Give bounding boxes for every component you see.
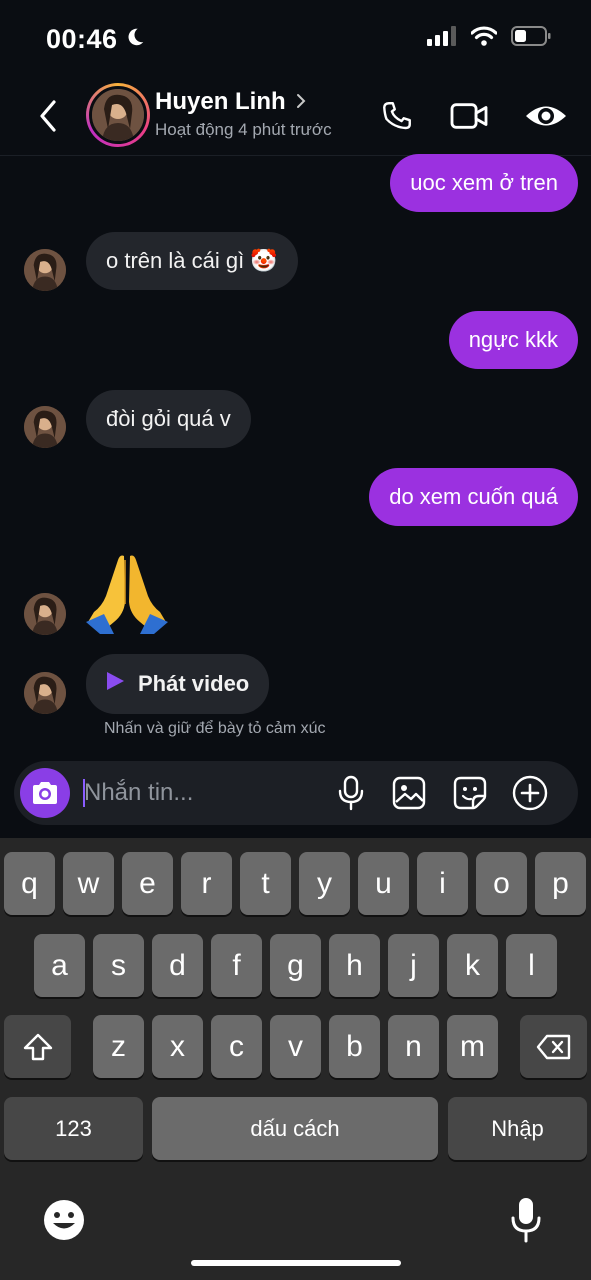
key-w[interactable]: w: [63, 852, 114, 915]
message-bubble-outgoing[interactable]: ngực kkk: [448, 311, 578, 369]
video-call-icon[interactable]: [447, 94, 491, 138]
signal-icon: [427, 26, 457, 51]
key-a[interactable]: a: [34, 934, 85, 997]
eye-icon[interactable]: [524, 94, 568, 138]
key-m[interactable]: m: [447, 1015, 498, 1078]
sender-avatar[interactable]: [24, 406, 66, 448]
back-icon[interactable]: [34, 96, 64, 136]
keyboard: q w e r t y u i o p a s d f g h j k l z …: [0, 838, 591, 1280]
status-time: 00:46: [46, 24, 118, 54]
dictation-icon[interactable]: [508, 1196, 544, 1244]
key-r[interactable]: r: [181, 852, 232, 915]
key-n[interactable]: n: [388, 1015, 439, 1078]
play-video-label: Phát video: [138, 671, 250, 696]
key-o[interactable]: o: [476, 852, 527, 915]
message-bubble-outgoing[interactable]: uoc xem ở tren: [390, 154, 578, 212]
status-time-group: 00:46: [46, 24, 146, 55]
play-icon: [104, 670, 126, 698]
sender-avatar[interactable]: [24, 593, 66, 635]
key-j[interactable]: j: [388, 934, 439, 997]
key-b[interactable]: b: [329, 1015, 380, 1078]
key-t[interactable]: t: [240, 852, 291, 915]
praying-hands-emoji-message[interactable]: [84, 552, 170, 634]
phone-icon[interactable]: [375, 94, 419, 138]
contact-status: Hoạt động 4 phút trước: [155, 120, 332, 139]
wifi-icon: [470, 26, 498, 51]
battery-icon: [511, 26, 551, 51]
sticker-icon[interactable]: [450, 773, 490, 813]
key-v[interactable]: v: [270, 1015, 321, 1078]
status-bar: 00:46: [0, 0, 591, 80]
numbers-key[interactable]: 123: [4, 1097, 143, 1160]
contact-name-link[interactable]: Huyen Linh: [155, 88, 306, 116]
key-e[interactable]: e: [122, 852, 173, 915]
key-p[interactable]: p: [535, 852, 586, 915]
key-g[interactable]: g: [270, 934, 321, 997]
key-x[interactable]: x: [152, 1015, 203, 1078]
camera-icon[interactable]: [20, 768, 70, 818]
emoji-icon[interactable]: [42, 1198, 86, 1242]
key-z[interactable]: z: [93, 1015, 144, 1078]
status-indicators: [427, 26, 551, 51]
key-d[interactable]: d: [152, 934, 203, 997]
key-y[interactable]: y: [299, 852, 350, 915]
key-l[interactable]: l: [506, 934, 557, 997]
home-indicator[interactable]: [191, 1260, 401, 1266]
key-f[interactable]: f: [211, 934, 262, 997]
space-key[interactable]: dấu cách: [152, 1097, 438, 1160]
sender-avatar[interactable]: [24, 672, 66, 714]
plus-icon[interactable]: [510, 773, 550, 813]
sender-avatar[interactable]: [24, 249, 66, 291]
message-bubble-incoming[interactable]: đòi gỏi quá v: [86, 390, 251, 448]
return-key[interactable]: Nhập: [448, 1097, 587, 1160]
contact-name: Huyen Linh: [155, 88, 286, 115]
microphone-icon[interactable]: [331, 773, 371, 813]
key-k[interactable]: k: [447, 934, 498, 997]
reaction-hint: Nhấn và giữ để bày tỏ cảm xúc: [104, 720, 326, 737]
moon-icon: [124, 24, 146, 55]
backspace-icon[interactable]: [520, 1015, 587, 1078]
gallery-icon[interactable]: [389, 773, 429, 813]
key-h[interactable]: h: [329, 934, 380, 997]
message-input[interactable]: [84, 775, 314, 811]
key-u[interactable]: u: [358, 852, 409, 915]
message-bubble-incoming[interactable]: o trên là cái gì 🤡: [86, 232, 298, 290]
chevron-right-icon: [296, 88, 306, 116]
chat-header: Huyen Linh Hoạt động 4 phút trước: [0, 80, 591, 156]
key-i[interactable]: i: [417, 852, 468, 915]
key-q[interactable]: q: [4, 852, 55, 915]
key-c[interactable]: c: [211, 1015, 262, 1078]
message-bubble-outgoing[interactable]: do xem cuốn quá: [369, 468, 578, 526]
contact-avatar[interactable]: [86, 83, 150, 147]
shift-icon[interactable]: [4, 1015, 71, 1078]
message-composer: [14, 761, 578, 825]
play-video-button[interactable]: Phát video: [86, 654, 270, 714]
key-s[interactable]: s: [93, 934, 144, 997]
